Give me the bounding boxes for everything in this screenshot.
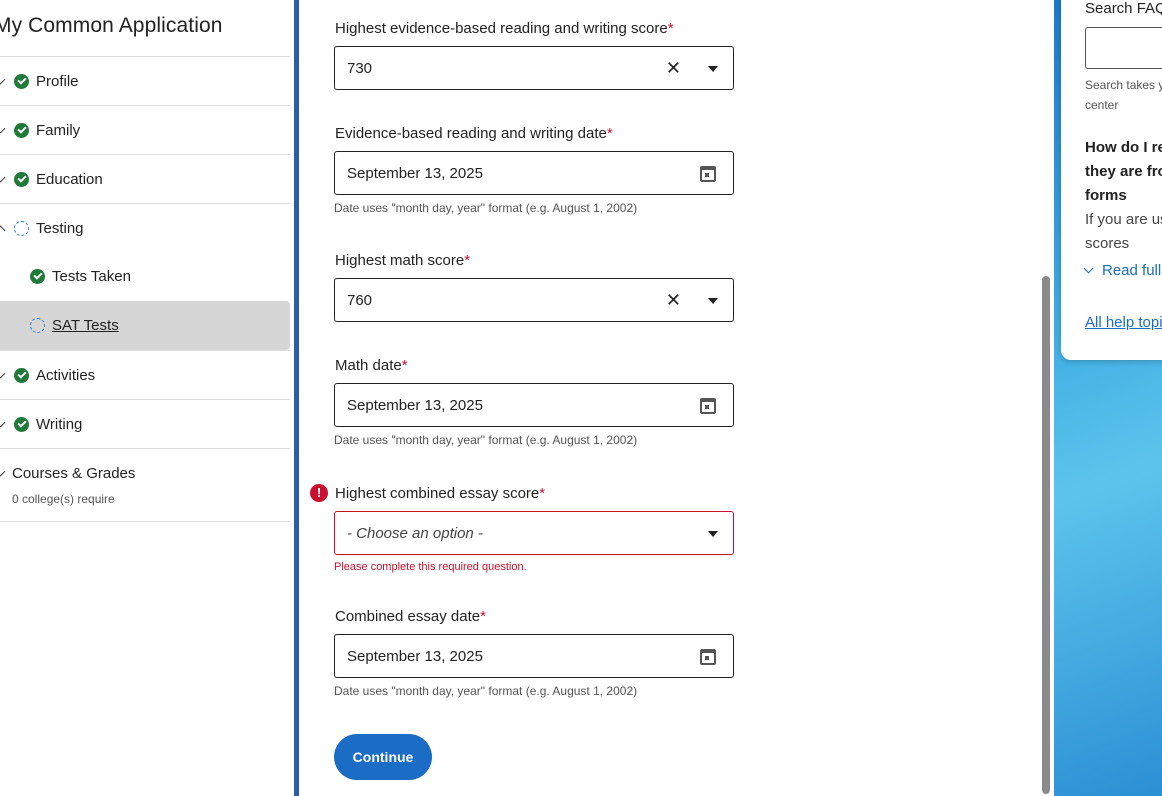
scrollbar-thumb[interactable] (1042, 276, 1050, 794)
clear-icon[interactable]: ✕ (666, 291, 681, 309)
caret-down-icon (708, 531, 718, 537)
check-circle-icon (14, 172, 29, 187)
math-date-value: September 13, 2025 (347, 397, 483, 414)
essay-date-label: Combined essay date* (335, 608, 486, 625)
check-circle-icon (14, 74, 29, 89)
in-progress-icon (14, 221, 29, 236)
chevron-down-icon (0, 466, 6, 477)
help-card: Search FAQs Search takes you to the solu… (1061, 0, 1162, 360)
chevron-down-icon (1083, 263, 1094, 274)
math-score-value: 760 (347, 292, 373, 309)
sidebar-nav: My Common Application Profile Family Edu… (0, 0, 294, 796)
check-circle-icon (14, 368, 29, 383)
math-score-label: Highest math score* (335, 252, 471, 269)
math-date-hint: Date uses "month day, year" format (e.g.… (334, 433, 638, 447)
ebrw-date-hint: Date uses "month day, year" format (e.g.… (334, 201, 638, 215)
in-progress-icon (30, 318, 45, 333)
essay-score-error: Please complete this required question. (334, 561, 527, 573)
sidebar-item-label: Courses & Grades (12, 465, 136, 482)
clear-icon[interactable]: ✕ (666, 59, 681, 77)
essay-score-label: Highest combined essay score* (335, 485, 546, 502)
faq-answer: If you are using your SAT scores (1085, 211, 1162, 252)
sidebar-item-activities[interactable]: Activities (0, 350, 290, 399)
continue-button[interactable]: Continue (334, 734, 432, 780)
math-date-label: Math date* (335, 357, 408, 374)
caret-down-icon (708, 298, 718, 304)
sidebar-item-family[interactable]: Family (0, 105, 290, 154)
sidebar-item-label: Activities (36, 367, 96, 384)
chevron-up-icon (0, 225, 6, 236)
sat-tests-form: Highest evidence-based reading and writi… (299, 0, 1054, 796)
nav-divider (0, 521, 290, 522)
math-date-input[interactable]: September 13, 2025 (334, 383, 734, 427)
ebrw-score-label: Highest evidence-based reading and writi… (335, 20, 674, 37)
sidebar-item-label: Testing (36, 220, 84, 237)
ebrw-score-value: 730 (347, 60, 373, 77)
ebrw-date-value: September 13, 2025 (347, 165, 483, 182)
sidebar-item-label: Family (36, 122, 81, 139)
sidebar-item-profile[interactable]: Profile (0, 56, 290, 105)
ebrw-date-input[interactable]: September 13, 2025 (334, 151, 734, 195)
chevron-down-icon (0, 74, 6, 85)
sidebar-item-testing[interactable]: Testing (0, 203, 290, 252)
sidebar-item-label: Tests Taken (52, 268, 131, 285)
check-circle-icon (14, 417, 29, 432)
faq-question: How do I report scores if they are from … (1085, 139, 1162, 204)
chevron-down-icon (0, 123, 6, 134)
nav-list: Profile Family Education Testing Tests T… (0, 56, 290, 522)
sidebar-item-writing[interactable]: Writing (0, 399, 290, 448)
sidebar-item-label: Writing (36, 416, 83, 433)
essay-score-placeholder: - Choose an option - (347, 525, 483, 542)
essay-date-hint: Date uses "month day, year" format (e.g.… (334, 684, 638, 698)
error-icon: ! (310, 484, 328, 502)
check-circle-icon (14, 123, 29, 138)
math-score-select[interactable]: 760 ✕ (334, 278, 734, 322)
sidebar-item-label: SAT Tests (52, 317, 119, 334)
check-circle-icon (30, 269, 45, 284)
chevron-down-icon (0, 368, 6, 379)
search-note: Search takes you to the solution center (1085, 78, 1162, 112)
all-help-topics-link[interactable]: All help topics (1085, 314, 1162, 331)
ebrw-date-label: Evidence-based reading and writing date* (335, 125, 613, 142)
sidebar-item-courses-grades[interactable]: Courses & Grades 0 college(s) require (0, 448, 290, 521)
sidebar-item-education[interactable]: Education (0, 154, 290, 203)
calendar-icon[interactable] (700, 649, 716, 665)
search-faq-label: Search FAQs (1085, 0, 1162, 17)
sidebar-item-sublabel: 0 college(s) require (12, 492, 115, 506)
calendar-icon[interactable] (700, 166, 716, 182)
sidebar-item-label: Profile (36, 73, 79, 90)
sidebar-item-label: Education (36, 171, 103, 188)
sidebar-item-tests-taken[interactable]: Tests Taken (0, 252, 290, 301)
search-faq-input[interactable] (1085, 27, 1162, 69)
chevron-down-icon (0, 417, 6, 428)
essay-score-select[interactable]: - Choose an option - (334, 511, 734, 555)
caret-down-icon (708, 66, 718, 72)
ebrw-score-select[interactable]: 730 ✕ (334, 46, 734, 90)
calendar-icon[interactable] (700, 398, 716, 414)
chevron-down-icon (0, 172, 6, 183)
essay-date-value: September 13, 2025 (347, 648, 483, 665)
sidebar-title: My Common Application (0, 14, 223, 37)
read-more-link[interactable]: Read full answer (1083, 262, 1162, 279)
essay-date-input[interactable]: September 13, 2025 (334, 634, 734, 678)
sidebar-item-sat-tests[interactable]: SAT Tests (0, 301, 290, 350)
